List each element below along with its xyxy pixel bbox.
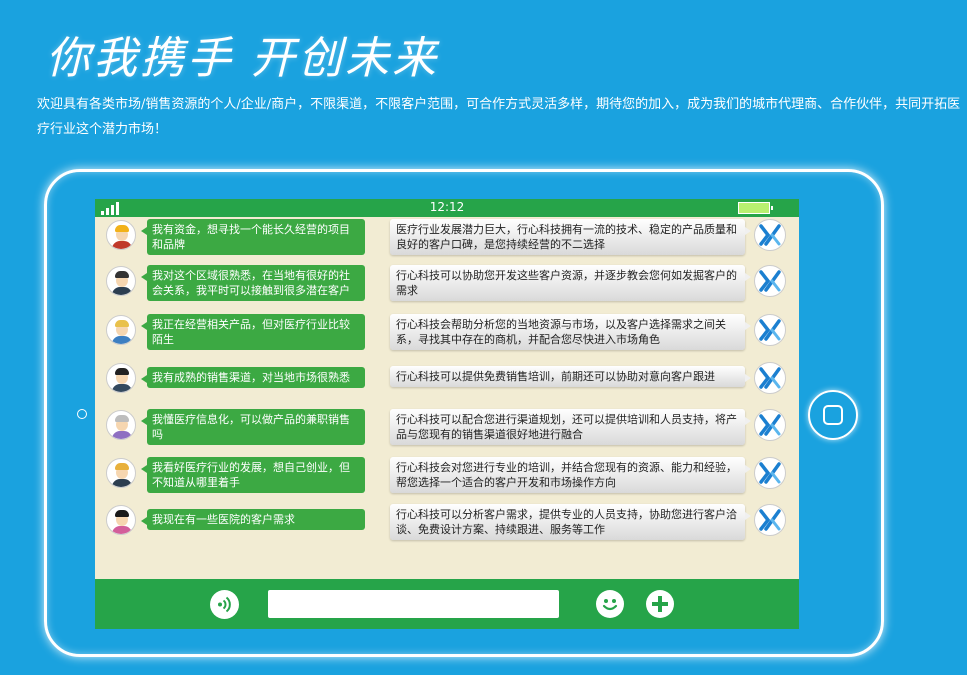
chat-row: 我有成熟的销售渠道，对当地市场很熟悉 行心科技可以提供免费销售培训，前期还可以协助…: [95, 360, 799, 396]
message-input[interactable]: [268, 590, 559, 618]
xingxin-logo-icon: [754, 314, 786, 346]
xingxin-logo-icon: [754, 219, 786, 251]
chat-row: 我看好医疗行业的发展，想自己创业，但不知道从哪里着手 行心科技会对您进行专业的培训…: [95, 455, 799, 493]
input-bar: [95, 579, 799, 629]
company-reply-bubble: 行心科技可以协助您开发这些客户资源，并逐步教会您何如发掘客户的需求: [390, 265, 751, 301]
elderly-man-avatar-icon: [106, 410, 136, 440]
home-button[interactable]: [808, 390, 858, 440]
emoji-icon[interactable]: [596, 590, 624, 618]
chat-row: 我对这个区域很熟悉，在当地有很好的社会关系，我平时可以接触到很多潜在客户 行心科技…: [95, 263, 799, 301]
user-message-bubble: 我看好医疗行业的发展，想自己创业，但不知道从哪里着手: [141, 457, 365, 493]
plus-icon[interactable]: [646, 590, 674, 618]
construction-worker-avatar-icon: [106, 220, 136, 250]
battery-icon: [738, 202, 773, 214]
user-message-bubble: 我现在有一些医院的客户需求: [141, 509, 365, 530]
dark-haired-woman-avatar-icon: [106, 505, 136, 535]
voice-icon[interactable]: [210, 590, 239, 619]
phone-screen: 12:12 我有资金，想寻找一个能长久经营的项目和品牌 医疗行业发展潜力巨大，行心…: [95, 199, 799, 629]
chat-row: 我正在经营相关产品，但对医疗行业比较陌生 行心科技会帮助分析您的当地资源与市场，以…: [95, 312, 799, 350]
xingxin-logo-icon: [754, 504, 786, 536]
company-reply-bubble: 行心科技可以提供免费销售培训，前期还可以协助对意向客户跟进: [390, 366, 751, 387]
businessman-avatar-icon: [106, 363, 136, 393]
bearded-man-avatar-icon: [106, 266, 136, 296]
company-reply-bubble: 行心科技会帮助分析您的当地资源与市场，以及客户选择需求之间关系，寻找其中存在的商…: [390, 314, 751, 350]
chat-row: 我懂医疗信息化，可以做产品的兼职销售吗 行心科技可以配合您进行渠道规划，还可以提供…: [95, 407, 799, 445]
company-reply-bubble: 行心科技可以分析客户需求，提供专业的人员支持，协助您进行客户洽谈、免费设计方案、…: [390, 504, 751, 540]
chat-row: 我有资金，想寻找一个能长久经营的项目和品牌 医疗行业发展潜力巨大，行心科技拥有一流…: [95, 217, 799, 255]
chat-row: 我现在有一些医院的客户需求 行心科技可以分析客户需求，提供专业的人员支持，协助您进…: [95, 502, 799, 540]
camera-dot: [77, 409, 87, 419]
company-reply-bubble: 行心科技可以配合您进行渠道规划，还可以提供培训和人员支持，将产品与您现有的销售渠…: [390, 409, 751, 445]
intro-text: 欢迎具有各类市场/销售资源的个人/企业/商户，不限渠道，不限客户范围，可合作方式…: [37, 97, 961, 137]
status-time: 12:12: [429, 200, 465, 214]
blonde-woman-avatar-icon: [106, 315, 136, 345]
xingxin-logo-icon: [754, 265, 786, 297]
company-reply-bubble: 行心科技会对您进行专业的培训，并结合您现有的资源、能力和经验，帮您选择一个适合的…: [390, 457, 751, 493]
user-message-bubble: 我懂医疗信息化，可以做产品的兼职销售吗: [141, 409, 365, 445]
page-headline: 你我携手 开创未来: [46, 33, 439, 84]
user-message-bubble: 我正在经营相关产品，但对医疗行业比较陌生: [141, 314, 365, 350]
xingxin-logo-icon: [754, 457, 786, 489]
user-message-bubble: 我有成熟的销售渠道，对当地市场很熟悉: [141, 367, 365, 388]
user-message-bubble: 我对这个区域很熟悉，在当地有很好的社会关系，我平时可以接触到很多潜在客户: [141, 265, 365, 301]
xingxin-logo-icon: [754, 362, 786, 394]
xingxin-logo-icon: [754, 409, 786, 441]
user-message-bubble: 我有资金，想寻找一个能长久经营的项目和品牌: [141, 219, 365, 255]
status-bar: 12:12: [95, 199, 799, 217]
company-reply-bubble: 医疗行业发展潜力巨大，行心科技拥有一流的技术、稳定的产品质量和良好的客户口碑，是…: [390, 219, 751, 255]
blond-man-avatar-icon: [106, 458, 136, 488]
chat-area: 我有资金，想寻找一个能长久经营的项目和品牌 医疗行业发展潜力巨大，行心科技拥有一流…: [95, 217, 799, 579]
